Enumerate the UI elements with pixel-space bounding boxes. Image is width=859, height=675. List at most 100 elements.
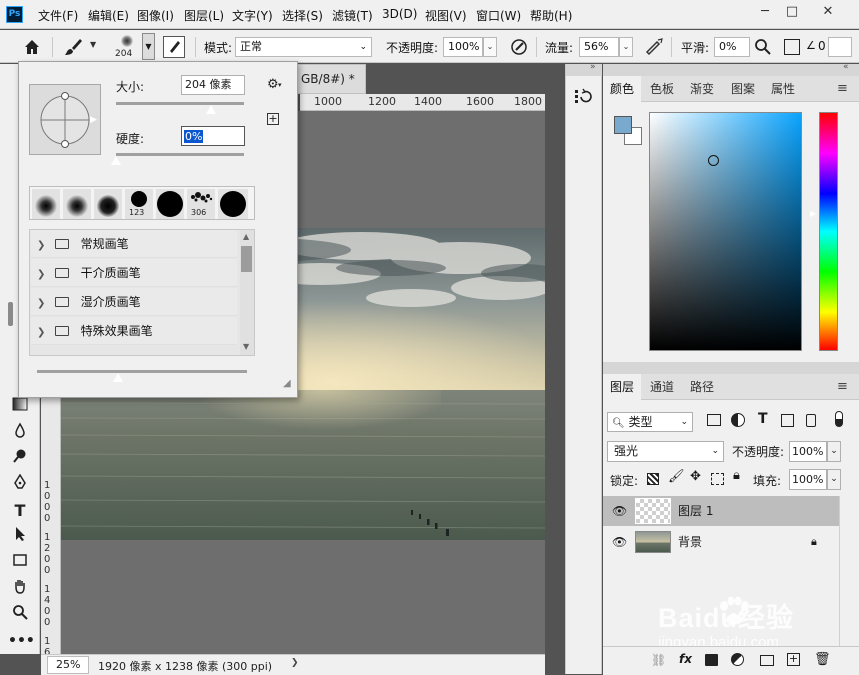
brush-folder-row[interactable]: ❯ 特殊效果画笔 [31, 317, 237, 345]
mode-select[interactable]: 正常 ⌄ [235, 37, 372, 57]
tab-paths[interactable]: 路径 [683, 374, 721, 400]
filter-shape-icon[interactable] [781, 414, 794, 427]
collapse-arrows-icon[interactable]: » [590, 62, 596, 72]
flow-input[interactable]: 56% [579, 37, 619, 57]
chevron-down-icon[interactable]: ⌄ [827, 469, 841, 490]
blur-tool-icon[interactable] [8, 422, 32, 444]
layer-name[interactable]: 背景 [678, 527, 702, 557]
filter-adjustment-icon[interactable] [731, 413, 745, 427]
filter-smart-object-icon[interactable] [806, 414, 816, 427]
close-button[interactable]: ✕ [815, 2, 841, 24]
home-icon[interactable] [22, 37, 42, 57]
fill-input[interactable]: 100% [789, 469, 827, 490]
chevron-down-icon[interactable]: ▼ [90, 40, 96, 49]
menu-window[interactable]: 窗口(W) [476, 7, 521, 24]
menu-type[interactable]: 文字(Y) [232, 7, 273, 24]
tab-properties[interactable]: 属性 [764, 76, 802, 102]
more-tools-icon[interactable]: ••• [8, 630, 35, 652]
brush-tool-icon[interactable] [62, 36, 84, 58]
chevron-right-icon[interactable]: ❯ [291, 658, 299, 668]
history-icon[interactable] [572, 86, 594, 108]
filter-type-icon[interactable]: T [758, 411, 768, 427]
dodge-tool-icon[interactable] [8, 448, 32, 470]
new-adjustment-layer-icon[interactable] [731, 653, 744, 666]
filter-toggle-icon[interactable] [835, 411, 843, 427]
size-slider-track[interactable] [116, 102, 244, 105]
layer-row[interactable]: 👁︎ 图层 1 [603, 496, 839, 526]
hardness-input[interactable]: 0% [181, 126, 245, 146]
tab-gradients[interactable]: 渐变 [683, 76, 721, 102]
zoom-tool-icon[interactable] [8, 604, 32, 626]
link-layers-icon[interactable]: ⛓︎ [651, 653, 666, 667]
flow-dropdown-icon[interactable]: ⌄ [619, 37, 633, 57]
hardness-slider-track[interactable] [116, 153, 244, 156]
menu-image[interactable]: 图像(I) [137, 7, 174, 24]
delete-layer-icon[interactable]: 🗑︎ [814, 652, 831, 667]
tab-color[interactable]: 颜色 [603, 76, 642, 102]
pressure-opacity-icon[interactable] [508, 36, 530, 58]
brush-preset[interactable]: 306 [187, 189, 215, 219]
path-selection-tool-icon[interactable] [8, 526, 32, 548]
brush-preset-picker[interactable]: 204 [113, 32, 141, 61]
lock-position-icon[interactable]: ✥ [690, 469, 701, 484]
document-tab[interactable]: GB/8#) * [296, 64, 366, 94]
scroll-up-icon[interactable]: ▲ [243, 232, 249, 241]
smoothing-input[interactable]: 0% [714, 37, 750, 57]
layer-filter-select[interactable]: 🔍︎ 类型 ⌄ [607, 412, 693, 432]
resize-grip-icon[interactable]: ◢ [283, 378, 291, 389]
menu-file[interactable]: 文件(F) [38, 7, 78, 24]
opacity-input[interactable]: 100% [443, 37, 483, 57]
panel-menu-icon[interactable]: ≡ [837, 379, 848, 394]
menu-layer[interactable]: 图层(L) [184, 7, 224, 24]
preview-size-slider[interactable] [37, 370, 247, 373]
collapse-arrows-icon[interactable]: « [843, 62, 849, 72]
menu-help[interactable]: 帮助(H) [530, 7, 572, 24]
brush-folder-row[interactable]: ❯ 湿介质画笔 [31, 288, 237, 316]
new-layer-icon[interactable]: + [787, 653, 800, 666]
smoothing-options-icon[interactable] [754, 38, 772, 56]
gear-icon[interactable]: ⚙ [267, 77, 279, 92]
size-slider-handle[interactable] [206, 105, 216, 114]
brush-preset[interactable] [63, 189, 91, 219]
hand-tool-icon[interactable] [8, 578, 32, 600]
add-mask-icon[interactable] [705, 654, 718, 666]
minimize-button[interactable]: ─ [752, 2, 778, 24]
maximize-button[interactable]: □ [779, 2, 805, 24]
color-picker-cursor[interactable] [708, 155, 719, 166]
tab-layers[interactable]: 图层 [603, 374, 642, 400]
brush-folder-row[interactable]: ❯ 常规画笔 [31, 230, 237, 258]
brush-size-input[interactable]: 204 像素 [181, 75, 245, 95]
hardness-slider-handle[interactable] [111, 156, 121, 165]
narrow-dock-header[interactable]: » [565, 62, 602, 76]
foreground-color-swatch[interactable] [614, 116, 632, 134]
brush-settings-panel-icon[interactable] [163, 36, 185, 58]
layer-row[interactable]: 👁︎ 背景 🔒︎ [603, 527, 839, 557]
opacity-dropdown-icon[interactable]: ⌄ [483, 37, 497, 57]
preview-size-handle[interactable] [113, 373, 123, 382]
menu-filter[interactable]: 滤镜(T) [332, 7, 373, 24]
panel-menu-icon[interactable]: ≡ [837, 81, 848, 96]
eye-icon[interactable]: 👁︎ [612, 527, 627, 557]
toolbar-collapse-handle[interactable] [8, 302, 13, 326]
angle-value[interactable]: 0 [818, 39, 826, 53]
lock-all-icon[interactable]: 🔒︎ [733, 468, 740, 483]
menu-view[interactable]: 视图(V) [425, 7, 467, 24]
chevron-down-icon[interactable]: ⌄ [827, 441, 841, 462]
type-tool-icon[interactable]: T [8, 500, 32, 522]
menu-select[interactable]: 选择(S) [282, 7, 323, 24]
pen-tool-icon[interactable] [8, 473, 32, 496]
fx-icon[interactable]: fx [679, 652, 692, 666]
document-size-info[interactable]: 1920 像素 x 1238 像素 (300 ppi) [98, 658, 272, 674]
brush-picker-toggle[interactable]: ▼ [142, 33, 155, 60]
tab-patterns[interactable]: 图案 [724, 76, 762, 102]
brush-preset[interactable]: 123 [125, 189, 153, 219]
brush-preset[interactable] [156, 189, 184, 219]
brush-preset[interactable] [32, 189, 60, 219]
new-group-icon[interactable] [760, 655, 774, 666]
menu-3d[interactable]: 3D(D) [382, 7, 417, 21]
layer-name[interactable]: 图层 1 [678, 496, 713, 526]
brush-folder-row[interactable]: ❯ 干介质画笔 [31, 259, 237, 287]
zoom-level-input[interactable]: 25% [47, 656, 89, 674]
blend-mode-select[interactable]: 强光 ⌄ [607, 441, 724, 462]
filter-pixel-icon[interactable] [707, 414, 721, 426]
